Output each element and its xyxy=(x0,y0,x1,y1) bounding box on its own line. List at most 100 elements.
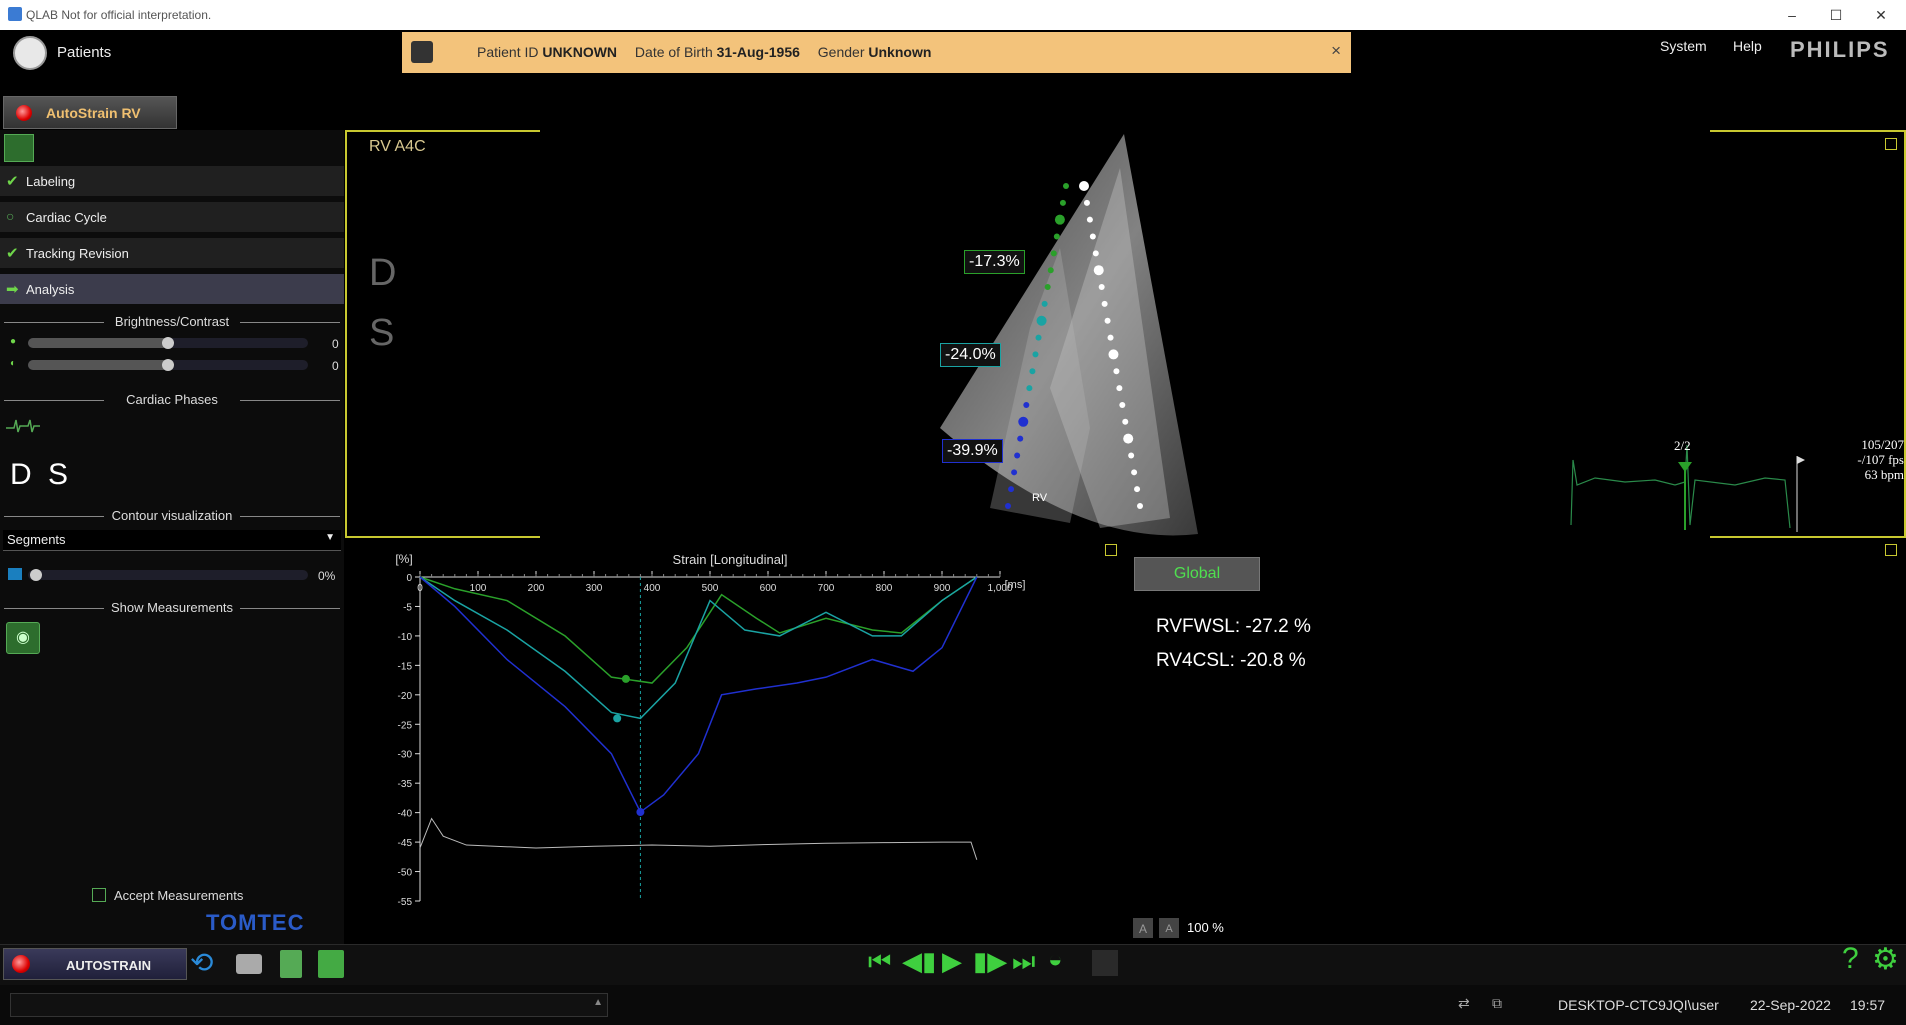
tracking-point xyxy=(1113,368,1120,375)
patient-id-value: UNKNOWN xyxy=(542,44,618,60)
message-field[interactable]: ▲ xyxy=(10,993,608,1017)
tracking-point xyxy=(1093,265,1104,276)
tracking-point xyxy=(1029,368,1036,375)
brightness-slider-knob[interactable] xyxy=(162,337,174,349)
display-icon: ⧉ xyxy=(1492,995,1502,1011)
export-icon[interactable] xyxy=(318,950,344,978)
result-rv4csl: RV4CSL: -20.8 % xyxy=(1156,650,1306,671)
y-tick-label: -40 xyxy=(398,809,413,820)
y-tick-label: -10 xyxy=(398,632,413,643)
speed-gauge-icon[interactable]: ◒ xyxy=(1048,946,1063,974)
accept-measurements-label: Accept Measurements xyxy=(114,888,244,903)
window-title-bar: QLAB Not for official interpretation. – … xyxy=(0,0,1906,30)
tab-autostrain-rv[interactable]: AutoStrain RV xyxy=(3,96,177,129)
report-icon[interactable] xyxy=(280,950,302,978)
patient-id-label: Patient ID xyxy=(477,44,539,60)
autostrain-button[interactable]: AUTOSTRAIN xyxy=(3,948,187,980)
first-frame-icon[interactable]: ⏮ xyxy=(868,946,891,978)
accept-measurements-checkbox[interactable] xyxy=(92,888,106,902)
tracking-point xyxy=(1137,503,1143,509)
result-rvfwsl: RVFWSL: -27.2 % xyxy=(1156,616,1311,637)
last-frame-icon[interactable]: ⏭ xyxy=(1012,946,1035,978)
x-tick-label: 900 xyxy=(934,583,951,594)
overlay-d: D xyxy=(369,252,397,294)
tracking-point xyxy=(1122,418,1129,425)
phase-d-button[interactable]: D xyxy=(10,458,32,492)
tracking-point xyxy=(1116,385,1123,392)
app-icon xyxy=(8,7,22,21)
tracking-point xyxy=(1059,199,1066,206)
tab-global[interactable]: Global xyxy=(1134,557,1260,591)
show-measurements-title: Show Measurements xyxy=(0,600,344,615)
x-tick-label: 300 xyxy=(586,583,603,594)
play-icon[interactable]: ▶ xyxy=(942,946,962,977)
camera-icon[interactable] xyxy=(236,954,262,974)
y-tick-label: -25 xyxy=(398,720,413,731)
chevron-down-icon: ▼ xyxy=(325,532,335,543)
peak-marker-0 xyxy=(621,674,630,683)
contour-opacity-knob[interactable] xyxy=(30,569,42,581)
font-decrease-button[interactable]: A xyxy=(1133,918,1153,938)
ecg-baseline xyxy=(419,817,978,860)
contrast-icon: ◐ xyxy=(10,358,17,369)
expand-up-icon[interactable]: ▲ xyxy=(593,997,603,1008)
x-tick-label: 400 xyxy=(644,583,661,594)
layers-icon xyxy=(8,568,22,580)
contour-select[interactable]: Segments ▼ xyxy=(3,530,341,551)
maximize-view-icon[interactable] xyxy=(1885,138,1897,150)
window-title: QLAB Not for official interpretation. xyxy=(26,8,212,22)
step-labeling[interactable]: ✔ Labeling xyxy=(0,166,344,196)
minimize-button[interactable]: – xyxy=(1777,5,1807,25)
tracking-point xyxy=(1063,183,1069,189)
tracking-point xyxy=(1104,317,1111,324)
patients-icon[interactable] xyxy=(13,36,47,70)
show-measurements-eye-icon[interactable]: ◉ xyxy=(6,622,40,654)
tracking-point xyxy=(1005,503,1011,509)
status-user: DESKTOP-CTC9JQI\user xyxy=(1558,997,1719,1013)
patient-info-bar: Patient ID UNKNOWN Date of Birth 31-Aug-… xyxy=(402,32,1351,73)
font-increase-button[interactable]: A xyxy=(1159,918,1179,938)
y-tick-label: -15 xyxy=(398,661,413,672)
contrast-slider-knob[interactable] xyxy=(162,359,174,371)
previous-frame-icon[interactable]: ◀▮ xyxy=(902,946,936,977)
left-panel: ✔ Labeling ○ Cardiac Cycle ✔ Tracking Re… xyxy=(0,130,344,945)
tab-label: AutoStrain RV xyxy=(46,105,141,121)
help-icon[interactable]: ? xyxy=(1842,942,1859,976)
close-window-button[interactable]: ✕ xyxy=(1866,5,1896,25)
maximize-chart-icon[interactable] xyxy=(1105,544,1117,556)
close-patient-bar-icon[interactable]: × xyxy=(1331,41,1341,61)
gear-icon[interactable]: ⚙ xyxy=(1872,942,1899,977)
next-frame-icon[interactable]: ▮▶ xyxy=(973,946,1007,977)
ecg-phases-icon[interactable] xyxy=(6,416,40,436)
patients-label[interactable]: Patients xyxy=(57,44,111,61)
gender-label: Gender xyxy=(817,44,865,60)
tracking-point xyxy=(1041,300,1048,307)
step-tracking-revision[interactable]: ✔ Tracking Revision xyxy=(0,238,344,268)
strain-series-0 xyxy=(419,576,978,684)
ultrasound-image[interactable] xyxy=(880,128,1220,540)
strain-chart[interactable]: Strain [Longitudinal][%][ms]0 100 200 300 40… xyxy=(380,545,1100,905)
cardiac-phases-title: Cardiac Phases xyxy=(0,392,344,407)
x-tick-label: 600 xyxy=(760,583,777,594)
tracking-point xyxy=(1128,452,1135,459)
maximize-button[interactable]: ☐ xyxy=(1821,5,1851,25)
menu-system[interactable]: System xyxy=(1660,38,1707,54)
tracking-point xyxy=(1011,469,1018,476)
tracking-point xyxy=(1014,452,1021,459)
workflow-list-icon[interactable] xyxy=(4,134,34,162)
peak-marker-2 xyxy=(636,808,645,817)
menu-help[interactable]: Help xyxy=(1733,38,1762,54)
tracking-point xyxy=(1054,214,1065,225)
reset-icon[interactable]: ⟲ xyxy=(190,946,213,979)
y-tick-label: -5 xyxy=(403,602,412,613)
contour-opacity-slider[interactable] xyxy=(28,570,308,580)
step-cardiac-cycle[interactable]: ○ Cardiac Cycle xyxy=(0,202,344,232)
y-tick-label: -50 xyxy=(398,868,413,879)
phase-s-button[interactable]: S xyxy=(48,458,68,492)
tracking-point xyxy=(1108,349,1119,360)
disabled-tool-icon xyxy=(1092,950,1118,976)
step-analysis[interactable]: ➡ Analysis xyxy=(0,274,344,304)
brightness-value: 0 xyxy=(332,337,339,351)
x-tick-label: 800 xyxy=(876,583,893,594)
maximize-results-icon[interactable] xyxy=(1885,544,1897,556)
